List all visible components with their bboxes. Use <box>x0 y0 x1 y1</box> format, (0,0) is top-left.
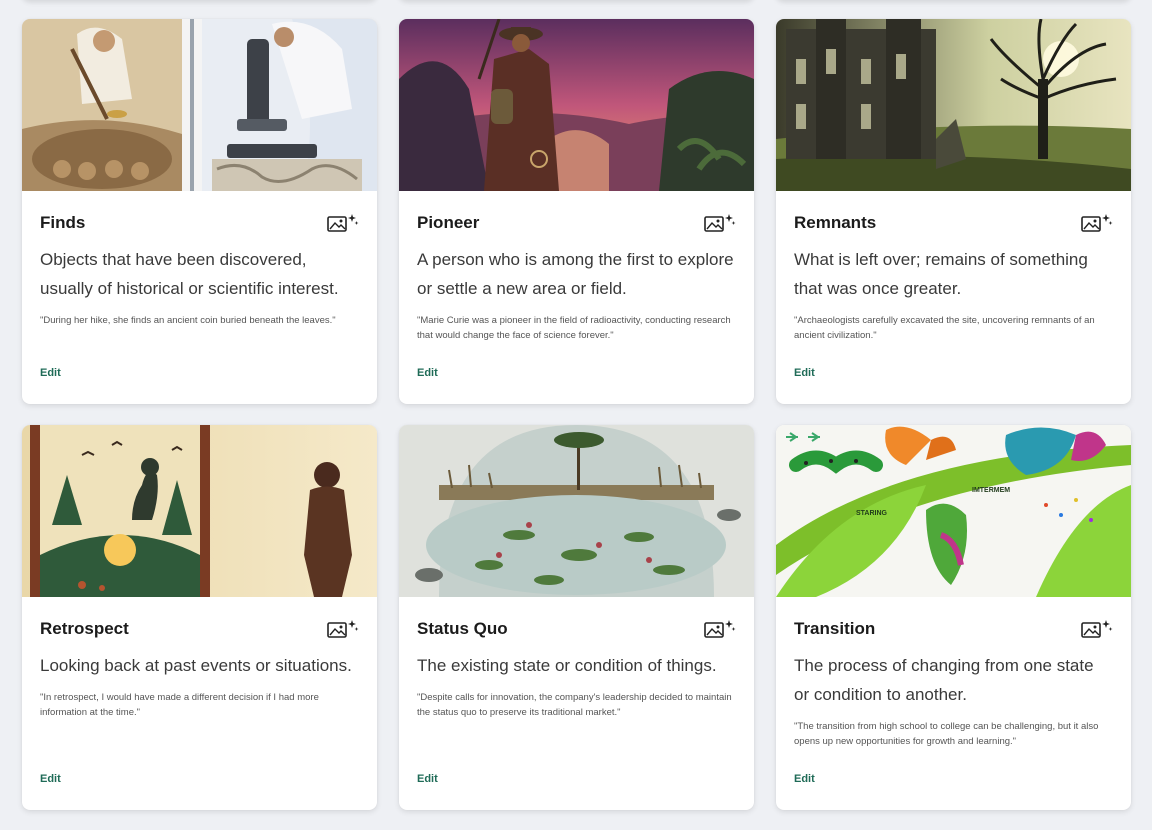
edit-link[interactable]: Edit <box>40 367 61 379</box>
card-illustration <box>22 19 377 191</box>
card-illustration <box>776 19 1131 191</box>
card-example: "Despite calls for innovation, the compa… <box>417 692 732 718</box>
word-card: Status Quo The existing state or conditi… <box>399 425 754 810</box>
edit-link[interactable]: Edit <box>40 773 61 785</box>
card-illustration: STARING IMTERMEM <box>776 425 1131 597</box>
card-word: Status Quo <box>417 619 508 638</box>
image-sparkle-icon[interactable] <box>1081 619 1113 639</box>
vocabulary-card-grid: Finds Objects that have been discovered,… <box>22 19 1131 810</box>
image-sparkle-icon[interactable] <box>704 619 736 639</box>
card-word: Remnants <box>794 213 877 232</box>
card-example: "In retrospect, I would have made a diff… <box>40 692 319 718</box>
image-sparkle-icon[interactable] <box>704 213 736 233</box>
card-definition: What is left over; remains of something … <box>794 250 1088 298</box>
edit-link[interactable]: Edit <box>794 773 815 785</box>
illustration-text: STARING <box>856 510 888 517</box>
card-definition: Objects that have been discovered, usual… <box>40 250 339 298</box>
word-card: Retrospect Looking back at past events o… <box>22 425 377 810</box>
card-definition: The existing state or condition of thing… <box>417 656 717 675</box>
card-definition: Looking back at past events or situation… <box>40 656 352 675</box>
card-word: Finds <box>40 213 86 232</box>
card-illustration <box>399 19 754 191</box>
edit-link[interactable]: Edit <box>417 773 438 785</box>
edit-link[interactable]: Edit <box>794 367 815 379</box>
card-example: "Marie Curie was a pioneer in the field … <box>417 315 731 341</box>
card-example: "During her hike, she finds an ancient c… <box>40 315 336 326</box>
image-sparkle-icon[interactable] <box>327 213 359 233</box>
image-sparkle-icon[interactable] <box>327 619 359 639</box>
card-definition: The process of changing from one state o… <box>794 656 1094 704</box>
word-card: Pioneer A person who is among the first … <box>399 19 754 404</box>
word-card: Remnants What is left over; remains of s… <box>776 19 1131 404</box>
card-word: Pioneer <box>417 213 480 232</box>
card-example: "The transition from high school to coll… <box>794 721 1099 747</box>
word-card: STARING IMTERMEM Transition The process … <box>776 425 1131 810</box>
card-word: Retrospect <box>40 619 129 638</box>
card-definition: A person who is among the first to explo… <box>417 250 734 298</box>
edit-link[interactable]: Edit <box>417 367 438 379</box>
card-illustration <box>22 425 377 597</box>
word-card: Finds Objects that have been discovered,… <box>22 19 377 404</box>
card-example: "Archaeologists carefully excavated the … <box>794 315 1095 341</box>
image-sparkle-icon[interactable] <box>1081 213 1113 233</box>
illustration-text: IMTERMEM <box>972 487 1010 494</box>
card-word: Transition <box>794 619 876 638</box>
card-illustration <box>399 425 754 597</box>
